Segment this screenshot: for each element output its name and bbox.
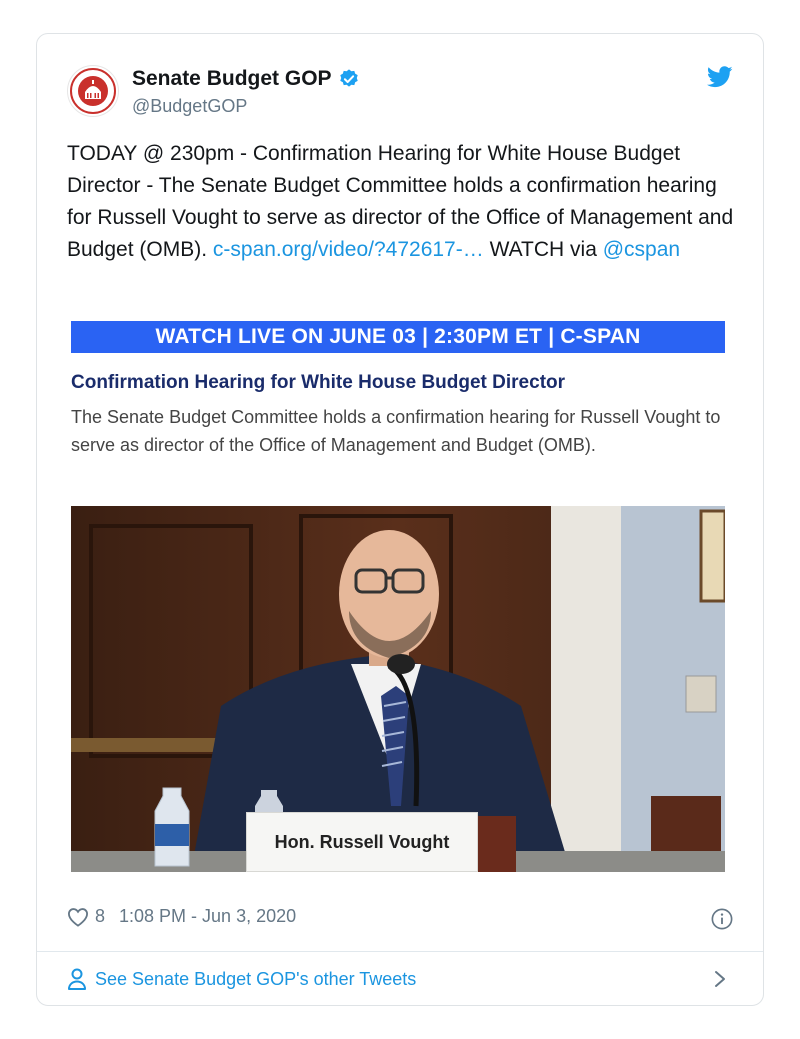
verified-badge-icon xyxy=(339,69,358,87)
tweet-text: TODAY @ 230pm - Confirmation Hearing for… xyxy=(67,138,742,266)
watch-live-banner: WATCH LIVE ON JUNE 03 | 2:30PM ET | C-SP… xyxy=(71,321,725,353)
mention-link[interactable]: @cspan xyxy=(603,238,680,261)
divider xyxy=(37,951,763,952)
twitter-bird-icon[interactable] xyxy=(707,66,733,88)
like-count[interactable]: 8 xyxy=(95,906,105,927)
event-title: Confirmation Hearing for White House Bud… xyxy=(71,372,566,393)
tweet-card: Senate Budget GOP @BudgetGOP TODAY @ 230… xyxy=(36,33,764,1006)
display-name[interactable]: Senate Budget GOP xyxy=(132,67,332,91)
person-icon xyxy=(68,968,86,990)
tweet-link[interactable]: c-span.org/video/?472617-… xyxy=(213,238,484,261)
info-icon[interactable] xyxy=(711,908,733,930)
nameplate: Hon. Russell Vought xyxy=(246,812,478,872)
see-other-tweets-label[interactable]: See Senate Budget GOP's other Tweets xyxy=(95,969,416,990)
event-description: The Senate Budget Committee holds a conf… xyxy=(71,407,721,455)
tweet-text-watch: WATCH via xyxy=(483,238,603,261)
account-handle[interactable]: @BudgetGOP xyxy=(132,96,247,117)
tweet-header: Senate Budget GOP @BudgetGOP xyxy=(37,34,763,144)
tweet-timestamp[interactable]: 1:08 PM - Jun 3, 2020 xyxy=(119,906,296,927)
tweet-media-image[interactable]: WATCH LIVE ON JUNE 03 | 2:30PM ET | C-SP… xyxy=(71,321,725,873)
avatar[interactable] xyxy=(67,65,119,117)
hearing-photo: Hon. Russell Vought xyxy=(71,506,725,872)
senate-seal-icon xyxy=(70,68,116,114)
tweet-meta: 8 1:08 PM - Jun 3, 2020 xyxy=(67,906,296,927)
heart-icon[interactable] xyxy=(67,907,89,927)
see-other-tweets-link[interactable]: See Senate Budget GOP's other Tweets xyxy=(67,968,416,990)
chevron-right-icon[interactable] xyxy=(713,969,727,989)
